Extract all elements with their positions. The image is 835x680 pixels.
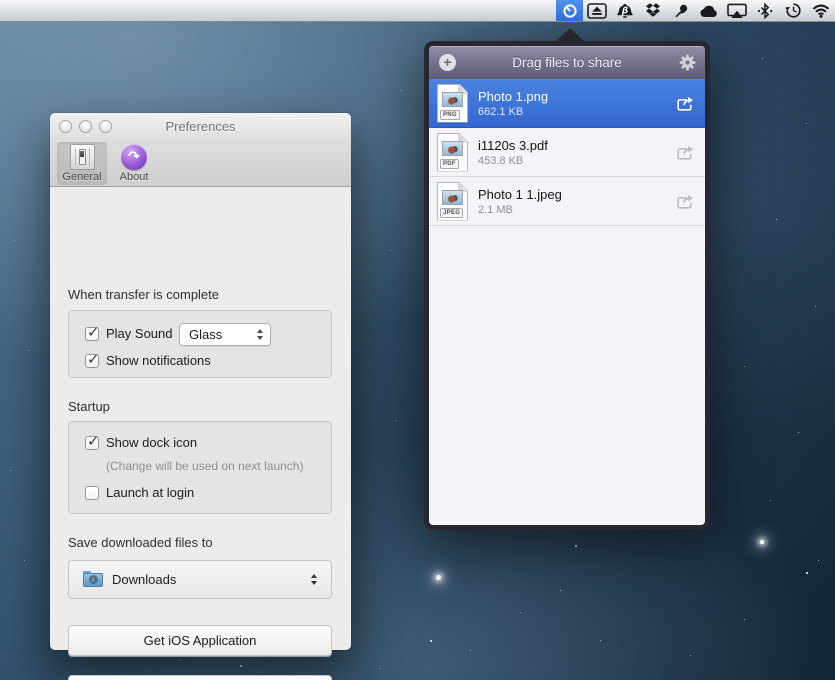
show-dock-icon-checkbox[interactable]: ✓ (85, 436, 99, 450)
popover-frame: + Drag files to share PNG Photo 1.png 66… (424, 41, 710, 530)
show-dock-icon-row: ✓ Show dock icon (85, 435, 197, 450)
preferences-toolbar: General ↷ About (50, 140, 351, 187)
section-label-save: Save downloaded files to (68, 535, 213, 550)
file-type-badge: PDF (440, 159, 459, 169)
launch-at-login-row: ✓ Launch at login (85, 485, 194, 500)
glow-star (760, 540, 764, 544)
show-dock-icon-label: Show dock icon (106, 435, 197, 450)
bluetooth-icon[interactable] (751, 0, 779, 21)
section-label-startup: Startup (68, 399, 110, 414)
startup-groupbox: ✓ Show dock icon (Change will be used on… (68, 421, 332, 514)
svg-text:β: β (621, 6, 628, 16)
menu-bar: β (0, 0, 835, 22)
gear-icon[interactable] (679, 54, 696, 71)
share-icon[interactable] (675, 144, 695, 161)
file-meta: Photo 1 1.jpeg 2.1 MB (478, 186, 675, 217)
check-mark: ✓ (87, 323, 100, 341)
dropbox-icon[interactable] (639, 0, 667, 21)
pin-icon[interactable] (667, 0, 695, 21)
stepper-arrows-icon (311, 574, 317, 585)
download-folder-select[interactable]: ↓ Downloads (68, 560, 332, 599)
share-icon[interactable] (675, 193, 695, 210)
popover-arrow (555, 28, 585, 42)
window-title: Preferences (50, 119, 351, 134)
play-sound-checkbox[interactable]: ✓ (85, 327, 99, 341)
get-ios-app-button[interactable]: Get iOS Application (68, 625, 332, 656)
share-icon[interactable] (675, 95, 695, 112)
airplay-icon[interactable] (723, 0, 751, 21)
tab-about[interactable]: ↷ About (111, 142, 157, 185)
play-sound-row: ✓ Play Sound (85, 326, 173, 341)
file-type-badge: PNG (440, 110, 460, 120)
file-size: 2.1 MB (478, 203, 675, 217)
notifications-beta-icon[interactable]: β (611, 0, 639, 21)
tab-general[interactable]: General (57, 142, 107, 185)
dock-change-note: (Change will be used on next launch) (106, 459, 303, 473)
file-type-icon: PDF (437, 133, 468, 172)
quit-button[interactable]: Quit (68, 675, 332, 680)
file-row[interactable]: PNG Photo 1.png 662.1 KB (429, 79, 705, 128)
time-machine-icon[interactable] (779, 0, 807, 21)
sound-select-value: Glass (189, 327, 249, 342)
transfer-groupbox: ✓ Play Sound Glass ✓ Show notifications (68, 310, 332, 378)
show-notifications-checkbox[interactable]: ✓ (85, 354, 99, 368)
file-name: Photo 1.png (478, 88, 675, 105)
file-meta: Photo 1.png 662.1 KB (478, 88, 675, 119)
file-name: i1120s 3.pdf (478, 137, 675, 154)
show-notifications-label: Show notifications (106, 353, 211, 368)
launch-at-login-checkbox[interactable]: ✓ (85, 486, 99, 500)
preferences-content: When transfer is complete ✓ Play Sound G… (50, 187, 351, 650)
file-name: Photo 1 1.jpeg (478, 186, 675, 203)
title-bar[interactable]: Preferences (50, 113, 351, 140)
file-list: PNG Photo 1.png 662.1 KB PDF i1120s 3.pd… (429, 79, 705, 525)
wifi-icon[interactable] (807, 0, 835, 21)
file-size: 662.1 KB (478, 105, 675, 119)
popover-header: + Drag files to share (429, 46, 705, 79)
glow-star (436, 575, 441, 580)
launch-at-login-label: Launch at login (106, 485, 194, 500)
sound-select[interactable]: Glass (179, 323, 271, 346)
file-row[interactable]: PDF i1120s 3.pdf 453.8 KB (429, 128, 705, 177)
check-mark: ✓ (87, 432, 100, 450)
section-label-transfer: When transfer is complete (68, 287, 219, 302)
show-notifications-row: ✓ Show notifications (85, 353, 211, 368)
file-size: 453.8 KB (478, 154, 675, 168)
eject-box-icon[interactable] (583, 0, 611, 21)
light-switch-icon (70, 144, 95, 170)
app-logo-icon: ↷ (121, 144, 147, 170)
tab-about-label: About (120, 171, 149, 183)
download-folder-value: Downloads (112, 572, 303, 587)
file-row[interactable]: JPEG Photo 1 1.jpeg 2.1 MB (429, 177, 705, 226)
preferences-window: Preferences General ↷ About When transfe… (50, 113, 351, 650)
file-type-icon: PNG (437, 84, 468, 123)
file-type-icon: JPEG (437, 182, 468, 221)
stepper-arrows-icon (257, 329, 263, 340)
popover-title: Drag files to share (512, 55, 622, 70)
tab-general-label: General (62, 171, 101, 183)
check-mark: ✓ (87, 350, 100, 368)
play-sound-label: Play Sound (106, 326, 173, 341)
downloads-folder-icon: ↓ (83, 573, 103, 587)
add-file-button[interactable]: + (439, 54, 456, 71)
file-meta: i1120s 3.pdf 453.8 KB (478, 137, 675, 168)
share-popover: + Drag files to share PNG Photo 1.png 66… (424, 27, 710, 530)
timer-icon[interactable] (556, 0, 583, 21)
file-type-badge: JPEG (440, 208, 463, 218)
download-arrow-icon: ↓ (89, 575, 98, 584)
cloud-icon[interactable] (695, 0, 723, 21)
